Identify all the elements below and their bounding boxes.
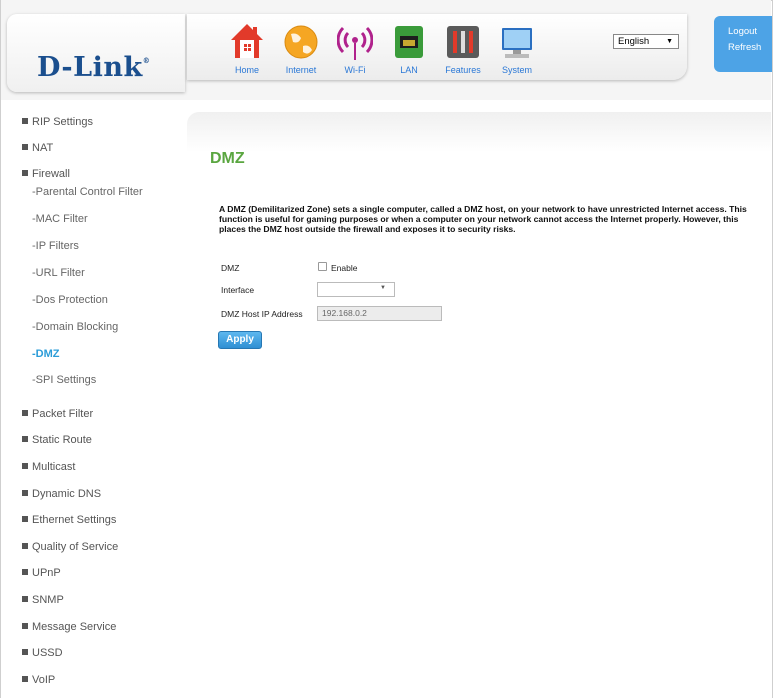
sidebar-item-static-route[interactable]: Static Route: [22, 434, 92, 446]
nav-system-label: System: [501, 65, 532, 75]
sidebar-item-label: UPnP: [32, 567, 61, 579]
sidebar-item-label: NAT: [32, 142, 54, 154]
sidebar-subitem-ip-filters[interactable]: -IP Filters: [32, 240, 79, 252]
sidebar-item-label: Message Service: [32, 621, 117, 633]
sidebar-item-label: Firewall: [32, 168, 70, 180]
sidebar-item-label: Packet Filter: [32, 408, 94, 420]
sidebar-item-label: Static Route: [32, 434, 92, 446]
content-panel: [187, 112, 771, 698]
sidebar-item-snmp[interactable]: SNMP: [22, 594, 64, 606]
bullet-icon: [22, 543, 28, 549]
chevron-down-icon: ▼: [380, 285, 386, 291]
sidebar-item-multicast[interactable]: Multicast: [22, 461, 75, 473]
sidebar-item-label: USSD: [32, 647, 63, 659]
sidebar-item-message-service[interactable]: Message Service: [22, 621, 116, 633]
dmz-host-ip-label: DMZ Host IP Address: [221, 309, 303, 319]
nav-features-label: Features: [445, 65, 481, 75]
sidebar-item-label: Quality of Service: [32, 541, 119, 553]
bullet-icon: [22, 569, 28, 575]
nav-wifi-label: Wi-Fi: [344, 65, 366, 75]
sidebar-item-label: VoIP: [32, 674, 56, 686]
sidebar-item-ussd[interactable]: USSD: [22, 647, 63, 659]
bullet-icon: [22, 170, 28, 176]
sidebar-item-label: SNMP: [32, 594, 64, 606]
logo-mark: ®: [142, 56, 151, 65]
dmz-host-ip-input[interactable]: 192.168.0.2: [317, 306, 442, 321]
bullet-icon: [22, 410, 28, 416]
logout-link[interactable]: Logout: [714, 24, 772, 40]
sidebar-subitem-dmz[interactable]: -DMZ: [32, 348, 60, 360]
sidebar-subitem-spi-settings[interactable]: -SPI Settings: [32, 374, 96, 386]
nav-internet[interactable]: Internet: [277, 22, 325, 80]
nav-lan[interactable]: LAN: [385, 22, 433, 80]
dmz-description: A DMZ (Demilitarized Zone) sets a single…: [219, 204, 747, 234]
nav-wifi[interactable]: Wi-Fi: [331, 22, 379, 80]
wifi-icon: [337, 26, 373, 60]
refresh-link[interactable]: Refresh: [714, 40, 772, 56]
bullet-icon: [22, 623, 28, 629]
sidebar-subitem-domain-blocking[interactable]: -Domain Blocking: [32, 321, 118, 333]
sidebar-item-upnp[interactable]: UPnP: [22, 567, 61, 579]
sidebar-item-voip[interactable]: VoIP: [22, 674, 55, 686]
account-panel: Logout Refresh: [714, 16, 772, 72]
interface-label: Interface: [221, 285, 255, 295]
sidebar-subitem-dos-protection[interactable]: -Dos Protection: [32, 294, 108, 306]
top-nav: Home Internet Wi-Fi LAN Features System: [187, 14, 687, 80]
sidebar-subitem-parental-control-filter[interactable]: -Parental Control Filter: [32, 186, 143, 198]
header: D-Link® Home Internet Wi-Fi LAN Features…: [1, 0, 772, 100]
sidebar-item-label: Multicast: [32, 461, 76, 473]
apply-button[interactable]: Apply: [218, 331, 262, 349]
bullet-icon: [22, 676, 28, 682]
nav-lan-label: LAN: [400, 65, 418, 75]
bullet-icon: [22, 436, 28, 442]
sidebar-item-quality-of-service[interactable]: Quality of Service: [22, 541, 118, 553]
bullet-icon: [22, 516, 28, 522]
dmz-label: DMZ: [221, 263, 240, 273]
nav-home[interactable]: Home: [223, 22, 271, 80]
sidebar-item-dynamic-dns[interactable]: Dynamic DNS: [22, 488, 101, 500]
sidebar-item-label: RIP Settings: [32, 116, 93, 128]
nav-home-label: Home: [234, 65, 259, 75]
sidebar-subitem-mac-filter[interactable]: -MAC Filter: [32, 213, 88, 225]
sidebar-item-packet-filter[interactable]: Packet Filter: [22, 408, 93, 420]
chevron-down-icon: ▼: [666, 38, 673, 45]
logo-text: D-Link: [37, 52, 143, 83]
sidebar-item-label: Dynamic DNS: [32, 488, 102, 500]
bullet-icon: [22, 463, 28, 469]
bullet-icon: [22, 649, 28, 655]
nav-features[interactable]: Features: [439, 22, 487, 80]
globe-icon: [284, 25, 318, 59]
nav-internet-label: Internet: [285, 65, 317, 75]
language-select[interactable]: English ▼: [613, 34, 679, 49]
language-value: English: [618, 36, 650, 47]
sidebar-item-ethernet-settings[interactable]: Ethernet Settings: [22, 514, 116, 526]
nav-system[interactable]: System: [493, 22, 541, 80]
lan-port-icon: [395, 26, 423, 58]
bullet-icon: [22, 490, 28, 496]
sidebar-item-rip-settings[interactable]: RIP Settings: [22, 116, 93, 128]
tools-icon: [447, 26, 479, 58]
sidebar-item-firewall[interactable]: Firewall: [22, 168, 70, 180]
dlink-logo[interactable]: D-Link®: [37, 52, 150, 83]
enable-label: Enable: [331, 263, 358, 273]
sidebar-item-nat[interactable]: NAT: [22, 142, 53, 154]
sidebar-subitem-url-filter[interactable]: -URL Filter: [32, 267, 85, 279]
logo-panel: D-Link®: [7, 14, 185, 92]
dmz-enable-checkbox[interactable]: [318, 262, 327, 271]
bullet-icon: [22, 118, 28, 124]
bullet-icon: [22, 596, 28, 602]
home-icon: [231, 24, 263, 58]
bullet-icon: [22, 144, 28, 150]
interface-select[interactable]: ▼: [317, 282, 395, 297]
page-title: DMZ: [210, 150, 245, 167]
sidebar-item-label: Ethernet Settings: [32, 514, 117, 526]
computer-icon: [502, 28, 532, 58]
